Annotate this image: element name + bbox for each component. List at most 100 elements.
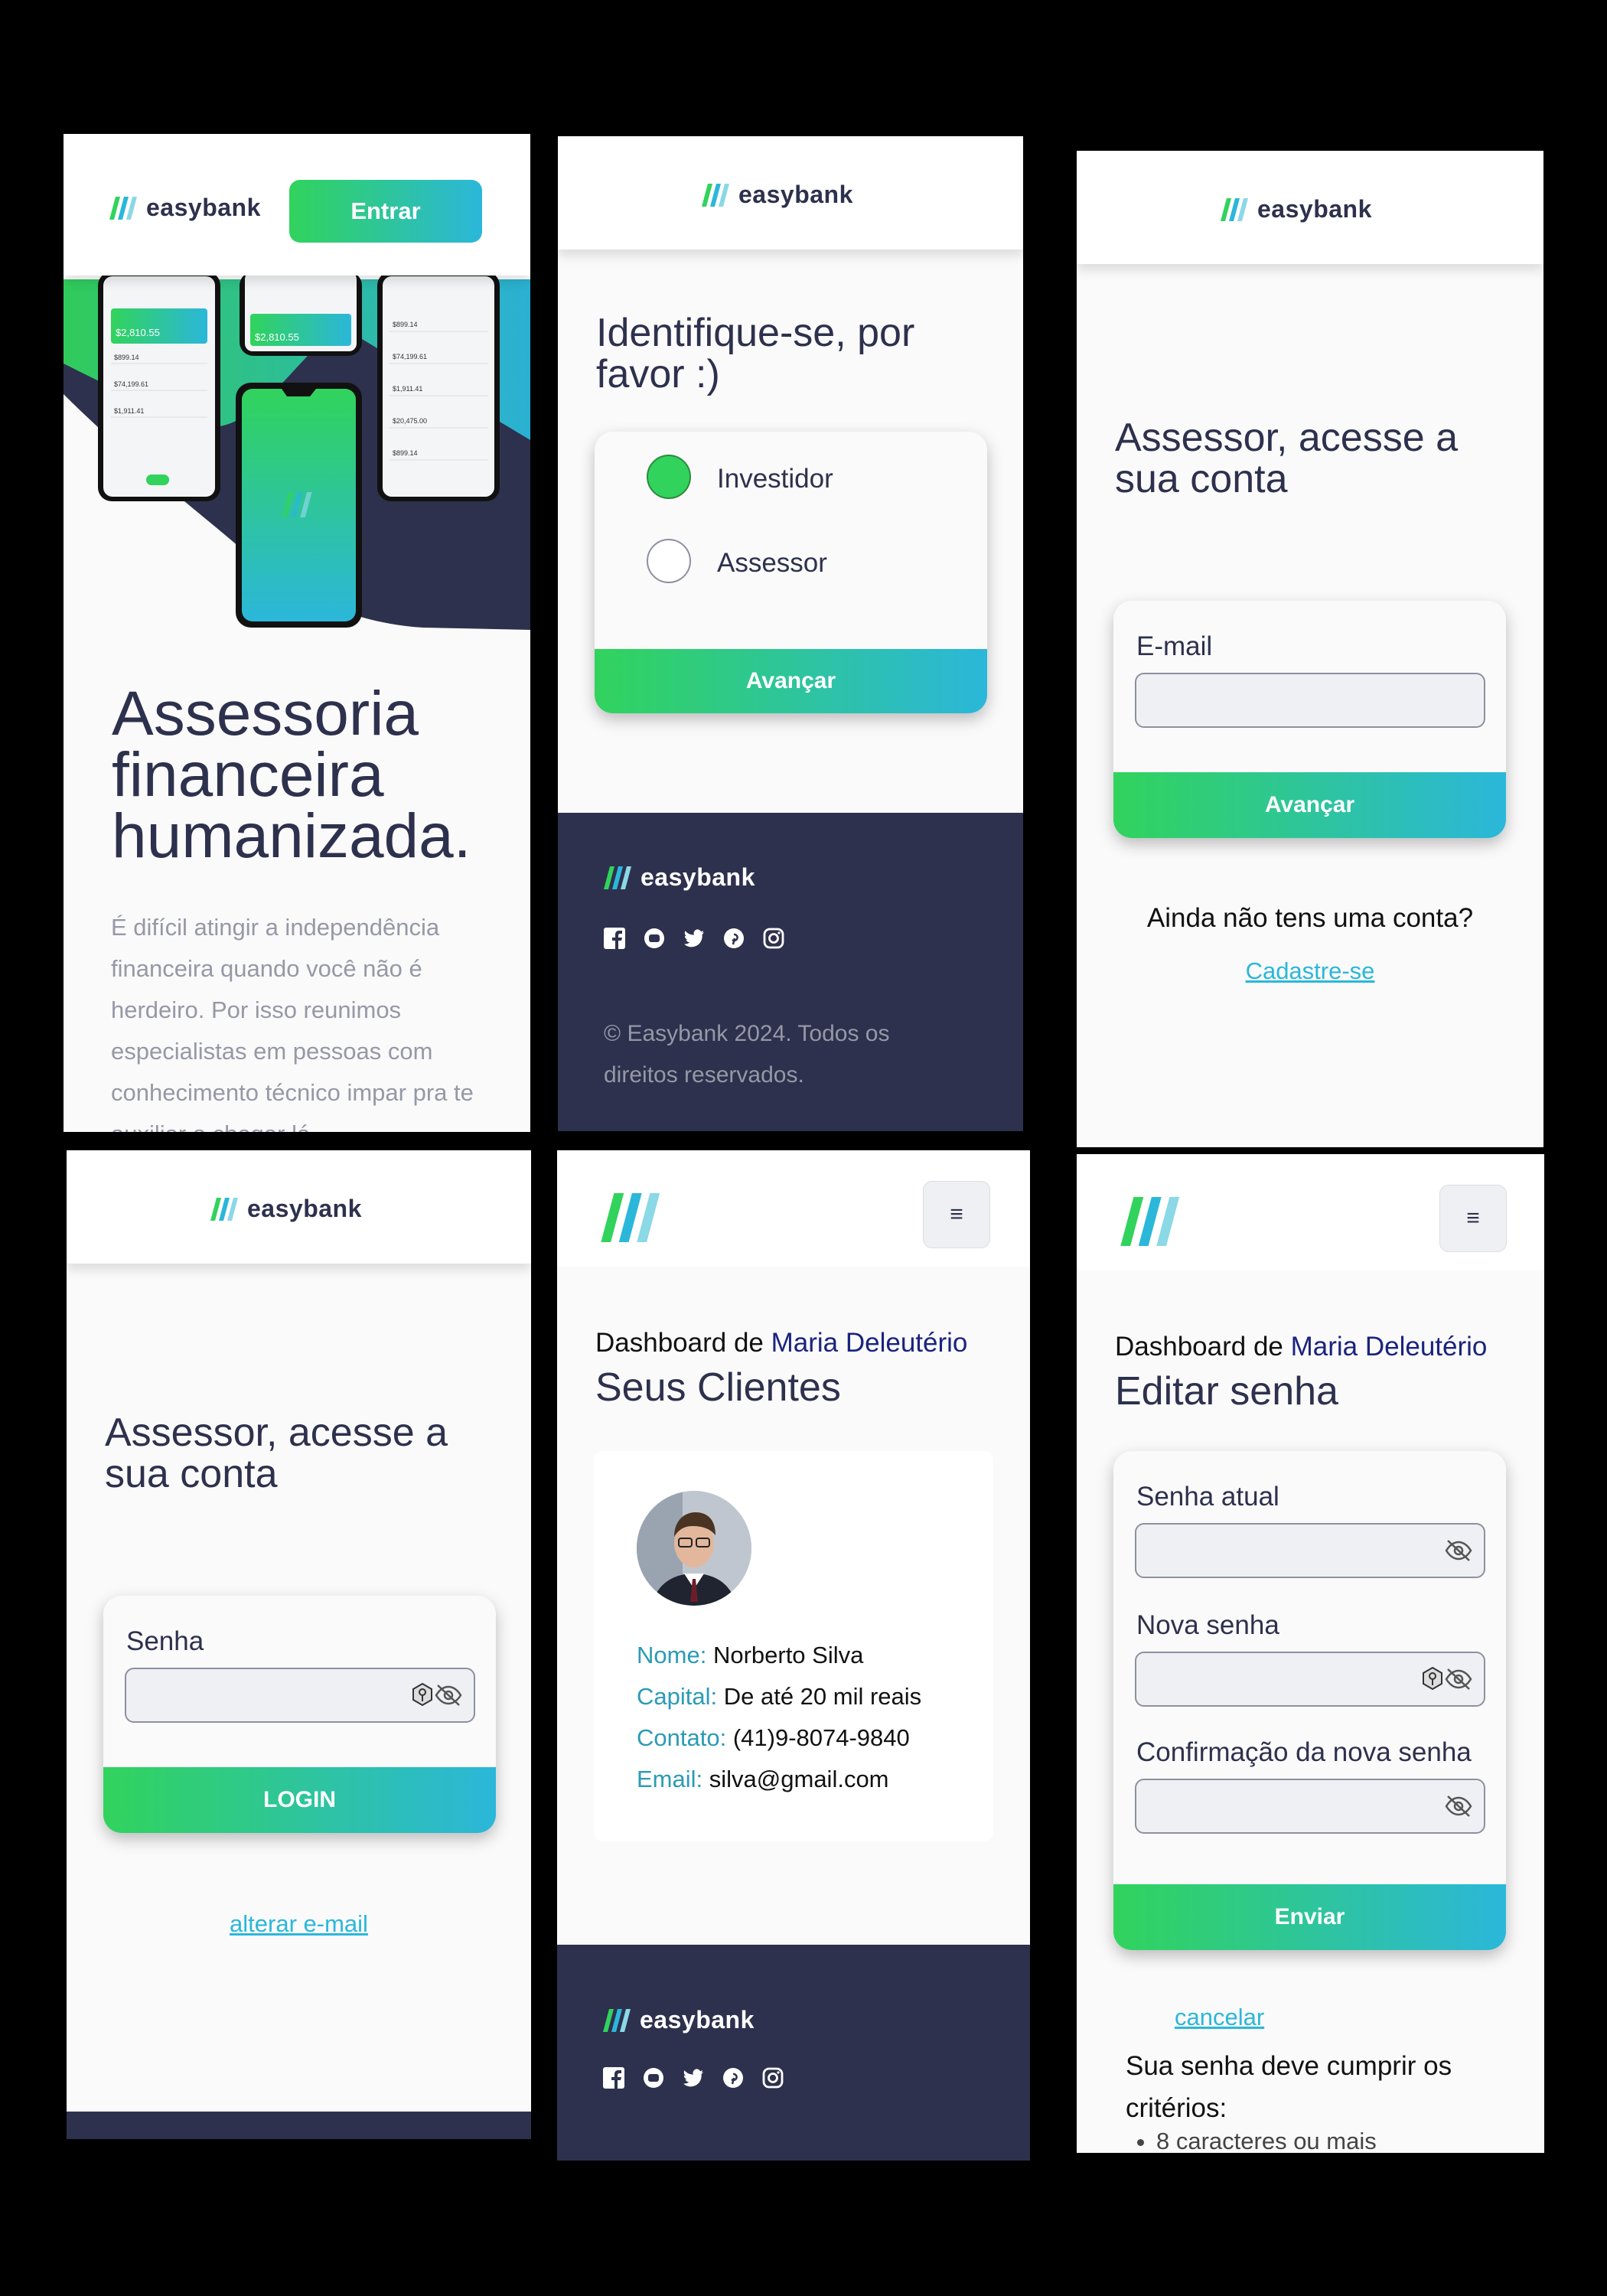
header: easybank — [558, 136, 1023, 249]
pinterest-icon[interactable] — [723, 928, 745, 949]
instagram-icon[interactable] — [763, 928, 784, 949]
easybank-logo[interactable]: easybank — [109, 194, 261, 222]
client-capital-row: Capital: De até 20 mil reais — [637, 1676, 921, 1717]
svg-text:$74,199.61: $74,199.61 — [393, 353, 427, 360]
social-links — [604, 928, 784, 949]
easybank-logo[interactable]: easybank — [1221, 195, 1372, 223]
change-email-link[interactable]: alterar e-mail — [67, 1910, 531, 1938]
page-title: Editar senha — [1115, 1369, 1338, 1414]
role-card: Investidor Assessor Avançar — [595, 432, 987, 713]
logo-text: easybank — [146, 194, 261, 221]
logo-mark-icon — [604, 866, 634, 889]
dashboard-prefix: Dashboard de — [1115, 1332, 1291, 1362]
menu-button[interactable]: ≡ — [923, 1181, 990, 1248]
header: ≡ — [1077, 1154, 1544, 1270]
menu-button[interactable]: ≡ — [1439, 1185, 1507, 1252]
client-card[interactable]: Nome: Norberto Silva Capital: De até 20 … — [594, 1451, 993, 1841]
current-password-input[interactable] — [1135, 1523, 1485, 1578]
client-avatar — [637, 1491, 751, 1606]
logo-mark-icon — [702, 184, 732, 207]
easybank-logo[interactable]: easybank — [702, 181, 853, 209]
screen-clients: ≡ Dashboard de Maria Deleutério Seus Cli… — [557, 1150, 1030, 2161]
hero-description: É difícil atingir a independência financ… — [111, 914, 474, 1132]
page-title: Assessor, acesse a sua conta — [105, 1411, 448, 1496]
radio-advisor[interactable] — [647, 539, 691, 583]
svg-text:$1,911.41: $1,911.41 — [114, 407, 144, 415]
hero-title: Assessoria financeira humanizada. — [112, 679, 471, 871]
advisor-name: Maria Deleutério — [771, 1328, 968, 1358]
client-email-row: Email: silva@gmail.com — [637, 1759, 921, 1800]
logo-text: easybank — [640, 2006, 755, 2033]
edit-password-card: Senha atual Nova senha Confirmação da no… — [1113, 1451, 1506, 1950]
enter-button[interactable]: Entrar — [289, 180, 482, 243]
submit-button[interactable]: Enviar — [1113, 1884, 1506, 1950]
social-links — [603, 2067, 784, 2089]
youtube-icon[interactable] — [644, 928, 665, 949]
logo-text: easybank — [641, 863, 755, 891]
facebook-icon[interactable] — [603, 2067, 624, 2089]
signup-link[interactable]: Cadastre-se — [1077, 957, 1543, 985]
password-label: Senha — [126, 1626, 204, 1656]
password-criteria-list: 8 caracteres ou mais — [1126, 2128, 1377, 2153]
svg-text:$1,911.41: $1,911.41 — [393, 385, 422, 393]
key-icon — [1421, 1665, 1444, 1691]
twitter-icon[interactable] — [683, 2067, 704, 2089]
youtube-icon[interactable] — [643, 2067, 664, 2089]
screen-identify: easybank Identifique-se, por favor :) In… — [558, 136, 1023, 1131]
current-password-label: Senha atual — [1136, 1482, 1279, 1512]
logo-mark-icon[interactable] — [1116, 1197, 1190, 1246]
screen-landing: $2,810.55 $899.14 $74,199.61 $1,911.41 $… — [64, 134, 530, 1132]
header: easybank — [67, 1150, 531, 1264]
pinterest-icon[interactable] — [722, 2067, 744, 2089]
facebook-icon[interactable] — [604, 928, 625, 949]
logo-mark-icon[interactable] — [597, 1193, 670, 1242]
page-title: Identifique-se, por favor :) — [596, 311, 915, 396]
hide-password-icon[interactable] — [1444, 1538, 1473, 1563]
next-button[interactable]: Avançar — [1113, 772, 1506, 838]
hide-password-icon[interactable] — [1444, 1794, 1473, 1818]
client-capital: De até 20 mil reais — [723, 1683, 922, 1710]
email-label: Email: — [637, 1766, 703, 1792]
advisor-name: Maria Deleutério — [1290, 1332, 1488, 1362]
radio-investor[interactable] — [647, 455, 691, 499]
client-details: Nome: Norberto Silva Capital: De até 20 … — [637, 1635, 921, 1800]
logo-text: easybank — [247, 1195, 362, 1222]
logo-mark-icon — [1221, 198, 1251, 221]
footer-logo[interactable]: easybank — [603, 2006, 755, 2034]
email-card: E-mail Avançar — [1113, 601, 1506, 838]
cancel-link[interactable]: cancelar — [1175, 2004, 1264, 2031]
page-title: Assessor, acesse a sua conta — [1115, 416, 1458, 501]
logo-text: easybank — [1257, 195, 1372, 223]
svg-text:$899.14: $899.14 — [114, 354, 139, 361]
confirm-password-input[interactable] — [1135, 1779, 1485, 1834]
confirm-password-label: Confirmação da nova senha — [1136, 1737, 1472, 1767]
login-button[interactable]: LOGIN — [103, 1767, 496, 1833]
dashboard-prefix: Dashboard de — [595, 1328, 771, 1358]
easybank-logo[interactable]: easybank — [210, 1195, 362, 1223]
logo-mark-icon — [603, 2009, 634, 2032]
client-email: silva@gmail.com — [709, 1766, 889, 1792]
hide-password-icon[interactable] — [434, 1683, 463, 1707]
hide-password-icon[interactable] — [1444, 1667, 1473, 1691]
contact-label: Contato: — [637, 1724, 727, 1751]
phone1-balance: $2,810.55 — [116, 327, 160, 338]
client-name-row: Nome: Norberto Silva — [637, 1635, 921, 1676]
footer: easybank — [557, 1945, 1030, 2161]
no-account-text: Ainda não tens uma conta? — [1146, 903, 1474, 933]
header: easybank Entrar — [64, 134, 530, 276]
client-contact-row: Contato: (41)9-8074-9840 — [637, 1717, 921, 1759]
radio-advisor-label[interactable]: Assessor — [717, 548, 827, 579]
radio-investor-label[interactable]: Investidor — [717, 464, 833, 494]
instagram-icon[interactable] — [762, 2067, 784, 2089]
name-label: Nome: — [637, 1642, 707, 1668]
password-input[interactable] — [125, 1668, 475, 1723]
twitter-icon[interactable] — [683, 928, 705, 949]
copyright: © Easybank 2024. Todos os direitos reser… — [604, 1021, 890, 1088]
footer-logo[interactable]: easybank — [604, 863, 755, 892]
next-button[interactable]: Avançar — [595, 649, 987, 713]
new-password-input[interactable] — [1135, 1652, 1485, 1707]
email-input[interactable] — [1135, 673, 1485, 728]
password-card: Senha LOGIN — [103, 1596, 496, 1833]
footer: easybank © Easybank 2024. Todos os direi… — [558, 813, 1023, 1131]
screen-advisor-email: easybank Assessor, acesse a sua conta E-… — [1077, 151, 1543, 1147]
